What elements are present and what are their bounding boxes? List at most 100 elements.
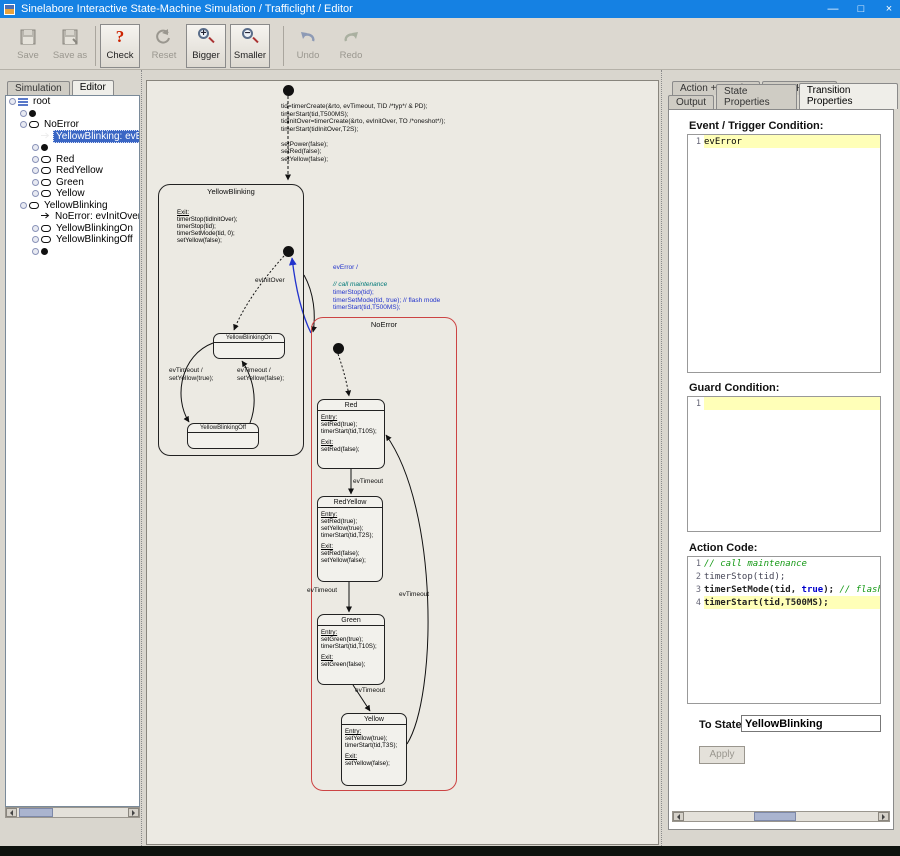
editor-line[interactable]: 2 timerStop(tid); [688,570,880,583]
label-evtimeout-3[interactable]: evTimeout [355,687,385,695]
label-blink-left[interactable]: evTimeout / setYellow(true); [169,367,214,382]
tree-item-initial[interactable] [6,108,139,120]
expand-knob[interactable] [9,98,16,105]
tree-item-yellowblinkingon[interactable]: YellowBlinkingOn [6,223,139,235]
state-redyellow[interactable]: RedYellow Entry: setRed(true); setYellow… [317,496,383,582]
smaller-button[interactable]: − Smaller [230,24,270,68]
action-code-editor[interactable]: 1 // call maintenance 2 timerStop(tid); … [687,556,881,704]
expand-knob[interactable] [32,156,39,163]
right-tab-bar: Output State Properties Transition Prope… [668,94,900,109]
tree-item-transition-evinitover[interactable]: NoError: evInitOver [6,211,139,223]
tree-item-yellow[interactable]: Yellow [6,188,139,200]
label-evtimeout-4[interactable]: evTimeout [399,591,429,599]
guard-editor[interactable]: 1 [687,396,881,532]
tree-item-initial-noerror[interactable] [6,142,139,154]
title-bar[interactable]: Sinelabore Interactive State-Machine Sim… [0,0,900,18]
expand-knob[interactable] [32,179,39,186]
scroll-right-arrow[interactable] [878,812,889,821]
tree-item-yellowblinking[interactable]: YellowBlinking [6,200,139,212]
tree-item-root[interactable]: root [6,96,139,108]
maximize-button[interactable]: □ [854,3,868,15]
label-everror-code: timerStop(tid); timerSetMode(tid, true);… [333,289,440,312]
label-evtimeout-2[interactable]: evTimeout [307,587,337,595]
initial-dot-noerror[interactable] [333,343,344,354]
tree-item-final[interactable] [6,246,139,258]
diagram-canvas[interactable]: tid=timerCreate(&rto, evTimeout, TID /*t… [146,80,659,845]
tab-editor[interactable]: Editor [72,80,114,95]
scroll-left-arrow[interactable] [673,812,684,821]
initial-dot-yellowblinking[interactable] [283,246,294,257]
tree-item-transition-everror[interactable]: YellowBlinking: evError [6,131,139,143]
tab-simulation[interactable]: Simulation [7,81,70,95]
zoom-in-icon: + [196,25,216,49]
tree-item-green[interactable]: Green [6,177,139,189]
scroll-left-arrow[interactable] [6,808,17,817]
zoom-out-icon: − [240,25,260,49]
save-as-button[interactable]: Save as [50,24,90,68]
state-red[interactable]: Red Entry: setRed(true); timerStart(tid,… [317,399,385,469]
left-tab-bar: Simulation Editor [7,80,116,95]
tree-item-redyellow[interactable]: RedYellow [6,165,139,177]
bigger-button[interactable]: + Bigger [186,24,226,68]
to-state-input[interactable] [741,715,881,732]
expand-knob[interactable] [32,144,39,151]
expand-knob[interactable] [32,225,39,232]
expand-knob[interactable] [32,248,39,255]
close-button[interactable]: × [882,3,896,15]
split-divider-right[interactable] [661,70,665,846]
window-title: Sinelabore Interactive State-Machine Sim… [21,3,353,15]
redo-button[interactable]: Redo [331,24,371,68]
panel-hscrollbar[interactable] [672,811,890,822]
scroll-thumb[interactable] [754,812,796,821]
tree-hscrollbar[interactable] [5,807,140,818]
tab-output[interactable]: Output [668,95,714,109]
scroll-thumb[interactable] [19,808,53,817]
reset-button[interactable]: Reset [144,24,184,68]
split-divider-left[interactable] [141,70,145,846]
tab-state-properties[interactable]: State Properties [716,84,797,109]
expand-knob[interactable] [20,110,27,117]
check-icon: ? [116,25,125,49]
initial-state-icon [29,110,36,117]
state-yellow[interactable]: Yellow Entry: setYellow(true); timerStar… [341,713,407,786]
expand-knob[interactable] [20,121,27,128]
trigger-label: Event / Trigger Condition: [689,120,823,132]
tab-transition-properties[interactable]: Transition Properties [799,83,898,109]
state-icon [29,202,39,209]
save-icon [19,25,37,49]
minimize-button[interactable]: — [826,3,840,15]
tree-item-red[interactable]: Red [6,154,139,166]
expand-knob[interactable] [32,167,39,174]
editor-line[interactable]: 4 timerStart(tid,T500MS); [688,596,880,609]
desktop-strip [0,846,900,856]
state-icon [41,156,51,163]
state-yellowblinkingoff[interactable]: YellowBlinkingOff [187,423,259,449]
apply-button[interactable]: Apply [699,746,745,764]
toolbar-separator [95,26,96,66]
editor-line[interactable]: 1 [688,397,880,410]
editor-line[interactable]: 1 // call maintenance [688,557,880,570]
undo-button[interactable]: Undo [288,24,328,68]
expand-knob[interactable] [20,202,27,209]
toolbar: Save Save as ? Check Reset + Bigger [0,18,900,70]
label-everror-event[interactable]: evError / [333,264,358,272]
app-icon [4,4,15,15]
expand-knob[interactable] [32,236,39,243]
state-green[interactable]: Green Entry: setGreen(true); timerStart(… [317,614,385,685]
state-yellowblinkingon[interactable]: YellowBlinkingOn [213,333,285,359]
scroll-right-arrow[interactable] [128,808,139,817]
editor-line[interactable]: 1 evError [688,135,880,148]
label-evinitover[interactable]: evInitOver [255,277,285,285]
tree-item-yellowblinkingoff[interactable]: YellowBlinkingOff [6,234,139,246]
expand-knob[interactable] [32,190,39,197]
label-evtimeout-1[interactable]: evTimeout [353,478,383,486]
redo-icon [342,25,360,49]
editor-line[interactable]: 3 timerSetMode(tid, true); // flash mode [688,583,880,596]
label-blink-right[interactable]: evTimeout / setYellow(false); [237,367,284,382]
save-button[interactable]: Save [8,24,48,68]
state-yellowblinking[interactable]: YellowBlinking Exit: timerStop(tidInitOv… [158,184,304,456]
check-button[interactable]: ? Check [100,24,140,68]
initial-state-dot[interactable] [283,85,294,96]
initial-state-icon [41,248,48,255]
trigger-editor[interactable]: 1 evError [687,134,881,373]
